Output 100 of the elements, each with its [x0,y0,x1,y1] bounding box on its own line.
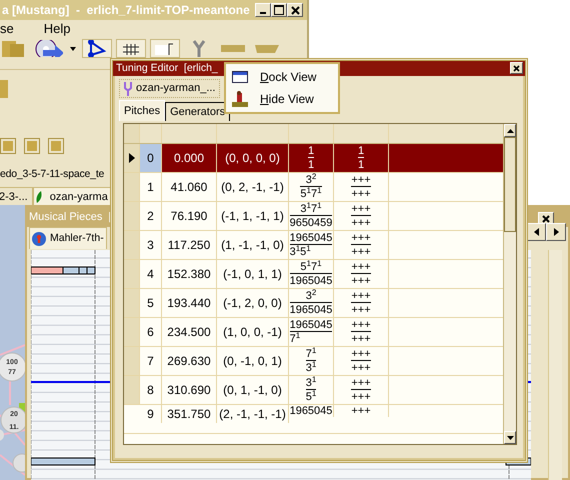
tab-label: ozan-yarman_... [136,81,216,96]
ratio: +++ +++ [351,232,371,258]
close-button[interactable] [287,3,303,17]
tab[interactable]: Pitches [119,100,166,121]
table-cell: 76.190 [162,202,217,230]
ratio: +++ +++ [351,377,371,403]
scroll-up-icon [506,128,514,132]
minimize-button[interactable] [255,3,271,17]
row-header [124,202,140,230]
ratio: 3$^{1}$7$^{1}$ 9650459 [290,203,332,229]
ratio: 1 1 [308,145,314,171]
table-cell: 9 [140,405,162,423]
scrollbar[interactable] [548,250,562,480]
table-cell: 0.000 [162,144,217,172]
ratio: +++ +++ [351,348,371,374]
ratio: +++ +++ [351,319,371,345]
note-icon[interactable] [150,39,180,58]
table-cell: 351.750 [162,405,217,423]
scrollbar[interactable] [503,124,516,444]
maximize-button[interactable] [271,3,287,17]
ratio: 7$^{1}$ 3$^{1}$ [306,348,316,374]
scroll-right-button[interactable] [546,223,566,241]
row-header [124,231,140,259]
row-header [124,318,140,346]
ratio: 1965045 7$^{1}$ [290,319,332,345]
table-cell: 7 [140,347,162,375]
row-header [124,376,140,404]
table-cell: 4 [140,260,162,288]
scroll-up-button[interactable] [504,124,516,137]
graph-icon[interactable] [82,39,112,58]
table-cell: 117.250 [162,231,217,259]
table-cell: 41.060 [162,173,217,201]
ratio: +++ +++ [351,203,371,229]
maximize-icon [274,5,284,15]
menu-item[interactable]: Dock View [226,66,338,88]
menu-item[interactable]: se [0,19,14,39]
table-cell: 193.440 [162,289,217,317]
table-cell: (1, -1, -1, 0) [217,231,289,259]
table-cell: (1, 0, 0, -1) [217,318,289,346]
tuning-fork-icon [124,82,132,96]
close-icon [290,6,300,14]
row-header [124,173,140,201]
scroll-left-icon [534,228,538,236]
table-row[interactable]: 9 351.750 (2, -1, -1, -1) 1965045 +++ [124,405,503,434]
ratio: 1965045 [290,405,332,417]
table-cell: 152.380 [162,260,217,288]
table-row[interactable]: 8 310.690 (0, 1, -1, 0) 3$^{1}$ 5$^{1}$ +++ +++ [124,376,503,405]
ratio: 1965045 3$^{1}$5$^{1}$ [290,232,332,258]
table-cell: (0, -1, 0, 1) [217,347,289,375]
table-cell: 234.500 [162,318,217,346]
table-cell: (0, 1, -1, 0) [217,376,289,404]
ratio: +++ +++ [351,261,371,287]
ratio: +++ +++ [351,290,371,316]
close-icon [513,64,520,72]
tab-label: Mahler-7th- [50,230,104,246]
row-header [124,347,140,375]
table-cell: 2 [140,202,162,230]
table-cell: 3 [140,231,162,259]
close-icon [542,215,550,223]
table-cell: (-1, 1, -1, 1) [217,202,289,230]
table-cell: 0 [140,144,162,172]
window-title: a [Mustang] - erlich_7-limit-TOP-meantone [2,2,251,19]
table-cell: 6 [140,318,162,346]
table-cell: 310.690 [162,376,217,404]
scroll-down-icon [506,436,514,440]
ratio: 3$^{2}$ 5$^{1}$7$^{1}$ [300,174,322,200]
table-cell: (0, 0, 0, 0) [217,144,289,172]
scale-tab[interactable]: ozan-yarman_... [119,79,220,98]
table-row[interactable]: 0 0.000 (0, 0, 0, 0) 1 1 1 1 [124,144,503,173]
ratio: 5$^{1}$7$^{1}$ 1965045 [290,261,332,287]
window-title: Tuning Editor [erlich_ [116,61,218,76]
disc-arrow-icon[interactable] [34,39,64,58]
table-cell: (2, -1, -1, -1) [217,405,289,423]
leaf-icon [36,191,42,204]
scroll-right-icon [554,228,558,236]
window-icon [232,71,248,83]
scroll-thumb[interactable] [504,137,516,232]
close-button[interactable] [510,62,523,74]
tab-label: ozan-yarma [50,190,108,205]
table-cell: 1 [140,173,162,201]
scroll-down-button[interactable] [504,431,516,444]
table-cell: 5 [140,289,162,317]
ratio: +++ +++ [351,174,371,200]
tab[interactable]: Mahler-7th- [29,227,107,249]
ratio: 3$^{2}$ 1965045 [290,290,332,316]
table-cell: 269.630 [162,347,217,375]
row-pointer-icon [128,153,134,163]
table-row[interactable]: 1 41.060 (0, 2, -1, -1) 3$^{2}$ 5$^{1}$7$^{1}$ +++ +++ [124,173,503,202]
music-icon [32,232,46,246]
figure-icon [232,91,248,107]
scroll-left-button[interactable] [526,223,546,241]
table-cell: (-1, 0, 1, 1) [217,260,289,288]
grid-icon[interactable] [116,39,146,58]
panel-icon [0,80,8,98]
table-cell: 8 [140,376,162,404]
row-header [124,289,140,317]
table-cell: (-1, 2, 0, 0) [217,289,289,317]
tab[interactable]: Generators [165,102,230,121]
menu-item[interactable]: Help [44,19,70,39]
table-row[interactable]: 7 269.630 (0, -1, 0, 1) 7$^{1}$ 3$^{1}$ +++ +++ [124,347,503,376]
